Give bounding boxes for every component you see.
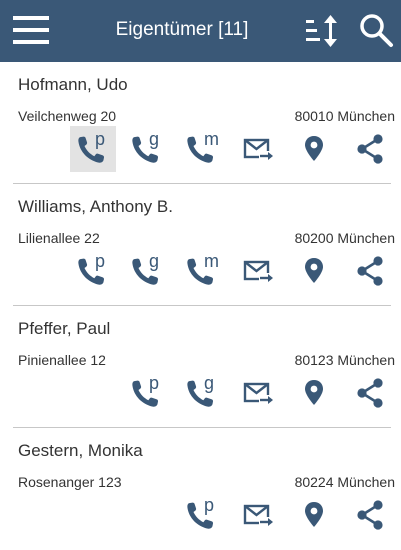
svg-text:m: m [204,251,219,271]
phone-business-icon[interactable]: g [179,370,225,416]
email-icon[interactable] [235,370,281,416]
owner-name: Williams, Anthony B. [18,197,173,216]
phone-private-icon[interactable]: p [179,492,225,538]
owner-name: Hofmann, Udo [18,75,128,94]
owner-list-item[interactable]: Pfeffer, Paul Pinienallee 12 80123 München… [0,306,401,428]
svg-text:g: g [149,129,159,149]
location-pin-icon[interactable] [291,370,337,416]
phone-business-icon[interactable]: g [124,248,170,294]
owner-city: 80010 München [294,108,395,124]
svg-text:g: g [204,373,214,393]
owner-city: 80224 München [294,474,395,490]
share-icon[interactable] [347,492,393,538]
phone-business-icon[interactable]: g [124,126,170,172]
phone-mobile-icon[interactable]: m [179,126,225,172]
page-title: Eigentümer [11] [115,19,249,40]
svg-text:p: p [95,129,105,149]
owner-list-item[interactable]: Gestern, Monika Rosenanger 123 80224 Münch… [0,428,401,550]
svg-text:p: p [149,373,159,393]
phone-private-icon[interactable]: p [124,370,170,416]
svg-text:p: p [95,251,105,271]
svg-text:g: g [149,251,159,271]
owner-list-item[interactable]: Williams, Anthony B. Lilienallee 22 80200 … [0,184,401,306]
owner-list-item[interactable]: Hofmann, Udo Veilchenweg 20 80010 München p… [0,62,401,184]
svg-text:p: p [204,495,214,515]
app-bar: Eigentümer [11] [0,0,401,62]
phone-private-icon[interactable]: p [70,126,116,172]
phone-private-icon[interactable]: p [70,248,116,294]
search-icon[interactable] [358,12,394,48]
owner-street: Veilchenweg 20 [18,108,117,124]
sort-icon[interactable] [304,14,340,48]
owner-name: Pfeffer, Paul [18,319,111,338]
share-icon[interactable] [347,370,393,416]
owner-name: Gestern, Monika [18,441,143,460]
svg-text:m: m [204,129,219,149]
share-icon[interactable] [347,248,393,294]
owner-street: Pinienallee 12 [18,352,106,368]
location-pin-icon[interactable] [291,126,337,172]
location-pin-icon[interactable] [291,248,337,294]
owner-street: Lilienallee 22 [18,230,100,246]
hamburger-menu-icon[interactable] [13,12,49,48]
share-icon[interactable] [347,126,393,172]
owner-street: Rosenanger 123 [18,474,122,490]
phone-mobile-icon[interactable]: m [179,248,225,294]
location-pin-icon[interactable] [291,492,337,538]
email-icon[interactable] [235,126,281,172]
owner-city: 80200 München [294,230,395,246]
email-icon[interactable] [235,248,281,294]
owner-city: 80123 München [294,352,395,368]
email-icon[interactable] [235,492,281,538]
